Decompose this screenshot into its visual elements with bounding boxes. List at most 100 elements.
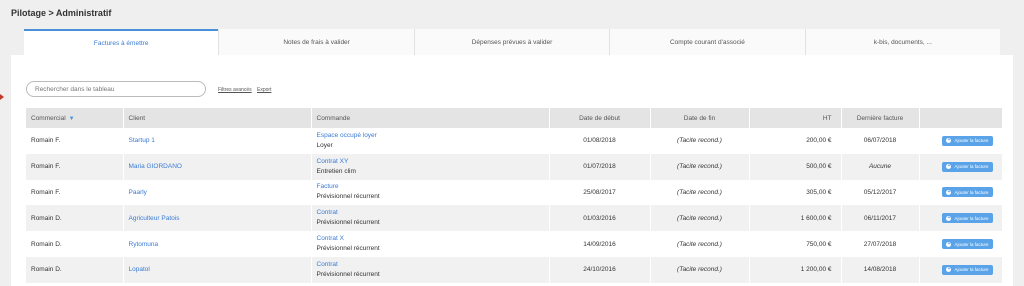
cell-ht: 200,00 € bbox=[806, 137, 832, 145]
cell-ht: 1 600,00 € bbox=[800, 214, 832, 222]
commande-type: Prévisionnel récurrent bbox=[316, 193, 380, 201]
table-row: Romain F. Paarly Facture Prévisionnel récur… bbox=[26, 179, 1002, 206]
cell-action: + Ajouter la facture bbox=[919, 154, 1002, 180]
invoices-table: Commercial ▼ Client Commande Date de débu… bbox=[26, 108, 1003, 283]
col-header-date-debut[interactable]: Date de début bbox=[549, 108, 651, 128]
client-link[interactable]: Rytomuna bbox=[123, 231, 311, 257]
cell-action: + Ajouter la facture bbox=[919, 231, 1002, 257]
breadcrumb: Pilotage > Administratif bbox=[11, 8, 112, 18]
commande-link[interactable]: Contrat X bbox=[317, 234, 544, 244]
cell-date-fin: (Tacite recond.) bbox=[677, 266, 722, 274]
tab-compte-courant[interactable]: Compte courant d'associé bbox=[609, 29, 805, 55]
plus-circle-icon: + bbox=[946, 163, 952, 170]
table-row: Romain D. Agriculteur Patois Contrat Prévis… bbox=[26, 205, 1002, 232]
add-invoice-label: Ajouter la facture bbox=[954, 267, 989, 273]
content-panel: Filtres avancés Export Commercial▼ Clien… bbox=[11, 55, 1013, 286]
col-header-ht[interactable]: HT bbox=[749, 108, 842, 128]
plus-circle-icon: + bbox=[946, 188, 952, 195]
tab-bar: Factures à émettre Notes de frais à vali… bbox=[24, 29, 1001, 55]
client-link[interactable]: Maria GIORDANO bbox=[123, 154, 311, 180]
table-header-row: Commercial ▼ Client Commande Date de débu… bbox=[26, 108, 1002, 128]
col-header-derniere-facture[interactable]: Dernière facture bbox=[841, 108, 920, 128]
add-invoice-button[interactable]: + Ajouter la facture bbox=[942, 264, 993, 275]
cell-date-fin: (Tacite recond.) bbox=[677, 240, 722, 248]
commande-type: Loyer bbox=[316, 141, 333, 149]
cell-date-debut: 01/08/2018 bbox=[583, 137, 616, 145]
add-invoice-button[interactable]: + Ajouter la facture bbox=[942, 187, 993, 198]
cell-date-debut: 14/09/2016 bbox=[583, 240, 616, 248]
cell-date-debut: 24/10/2016 bbox=[583, 266, 616, 274]
commande-link[interactable]: Facture bbox=[317, 182, 544, 192]
cell-ht: 1 200,00 € bbox=[800, 266, 832, 274]
cell-date-fin: (Tacite recond.) bbox=[677, 163, 722, 171]
tab-factures-a-emettre[interactable]: Factures à émettre bbox=[24, 29, 219, 55]
cell-date-fin: (Tacite recond.) bbox=[677, 137, 722, 145]
commande-type: Prévisionnel récurrent bbox=[316, 219, 380, 227]
cell-commercial: Romain D. bbox=[31, 266, 62, 274]
cell-action: + Ajouter la facture bbox=[919, 180, 1002, 206]
cell-date-fin: (Tacite recond.) bbox=[677, 214, 722, 222]
cell-action: + Ajouter la facture bbox=[919, 257, 1002, 283]
sort-down-icon[interactable]: ▼ bbox=[69, 116, 75, 122]
col-header-commercial[interactable]: Commercial ▼ bbox=[26, 108, 124, 128]
commande-type: Entretien clim bbox=[316, 167, 356, 175]
add-invoice-label: Ajouter la facture bbox=[954, 241, 989, 247]
cell-commande: Espace occupé loyer Loyer bbox=[311, 128, 549, 154]
tab-kbis-documents[interactable]: k-bis, documents, ... bbox=[804, 29, 1001, 55]
col-header-commande[interactable]: Commande bbox=[311, 108, 550, 128]
add-invoice-label: Ajouter la facture bbox=[954, 189, 989, 195]
table-row: Romain F. Maria GIORDANO Contrat XY Entreti… bbox=[26, 153, 1002, 180]
commande-type: Prévisionnel récurrent bbox=[316, 245, 380, 253]
client-link[interactable]: Lopatol bbox=[123, 257, 311, 283]
cell-ht: 305,00 € bbox=[806, 188, 832, 196]
client-link[interactable]: Startup 1 bbox=[123, 128, 311, 154]
cell-derniere-facture: 05/12/2017 bbox=[863, 188, 897, 196]
add-invoice-label: Ajouter la facture bbox=[954, 138, 989, 144]
cell-derniere-facture: 14/08/2018 bbox=[863, 266, 897, 274]
cell-commercial: Romain D. bbox=[31, 240, 62, 248]
client-link[interactable]: Paarly bbox=[123, 180, 311, 206]
cell-commercial: Romain F. bbox=[31, 188, 61, 196]
col-header-date-fin[interactable]: Date de fin bbox=[650, 108, 750, 128]
add-invoice-label: Ajouter la facture bbox=[954, 164, 989, 170]
cell-commande: Contrat X Prévisionnel récurrent bbox=[311, 231, 549, 257]
tab-notes-de-frais[interactable]: Notes de frais à valider bbox=[218, 29, 414, 55]
table-row: Romain D. Lopatol Contrat Prévisionnel récu… bbox=[26, 256, 1002, 283]
commande-link[interactable]: Contrat bbox=[317, 260, 544, 270]
cell-commande: Facture Prévisionnel récurrent bbox=[311, 180, 549, 206]
cell-action: + Ajouter la facture bbox=[919, 205, 1002, 231]
cell-commande: Contrat XY Entretien clim bbox=[311, 154, 549, 180]
add-invoice-button[interactable]: + Ajouter la facture bbox=[942, 161, 993, 172]
export-link[interactable]: Export bbox=[257, 87, 271, 93]
add-invoice-button[interactable]: + Ajouter la facture bbox=[942, 135, 993, 146]
col-header-client[interactable]: Client bbox=[123, 108, 312, 128]
table-row: Romain D. Rytomuna Contrat X Prévisionnel r… bbox=[26, 231, 1002, 257]
cell-commande: Contrat Prévisionnel récurrent bbox=[311, 205, 549, 231]
add-invoice-button[interactable]: + Ajouter la facture bbox=[942, 239, 993, 250]
cell-ht: 750,00 € bbox=[806, 240, 832, 248]
add-invoice-button[interactable]: + Ajouter la facture bbox=[942, 213, 993, 224]
tab-depenses-prevues[interactable]: Dépenses prévues à valider bbox=[413, 29, 610, 55]
cell-derniere-facture: Aucune bbox=[868, 163, 892, 171]
commande-link[interactable]: Contrat bbox=[317, 208, 544, 218]
plus-circle-icon: + bbox=[946, 240, 952, 247]
commande-link[interactable]: Espace occupé loyer bbox=[317, 131, 544, 141]
advanced-filters-link[interactable]: Filtres avancés bbox=[218, 87, 252, 93]
cell-derniere-facture: 06/07/2018 bbox=[863, 137, 897, 145]
cell-commercial: Romain D. bbox=[31, 214, 62, 222]
cell-commande: Contrat Prévisionnel récurrent bbox=[311, 257, 549, 283]
commande-type: Prévisionnel récurrent bbox=[316, 270, 380, 278]
cell-date-debut: 01/03/2016 bbox=[583, 214, 616, 222]
add-invoice-label: Ajouter la facture bbox=[954, 215, 989, 221]
cell-action: + Ajouter la facture bbox=[919, 128, 1002, 154]
table-links: Filtres avancés Export bbox=[218, 87, 275, 93]
cell-date-fin: (Tacite recond.) bbox=[677, 188, 722, 196]
cell-derniere-facture: 27/07/2018 bbox=[863, 240, 897, 248]
cell-date-debut: 01/07/2018 bbox=[583, 163, 616, 171]
client-link[interactable]: Agriculteur Patois bbox=[123, 205, 311, 231]
col-header-actions bbox=[919, 108, 1002, 128]
commande-link[interactable]: Contrat XY bbox=[317, 157, 544, 167]
cell-commercial: Romain F. bbox=[31, 137, 61, 145]
search-box bbox=[26, 81, 206, 97]
search-input[interactable] bbox=[27, 82, 205, 96]
